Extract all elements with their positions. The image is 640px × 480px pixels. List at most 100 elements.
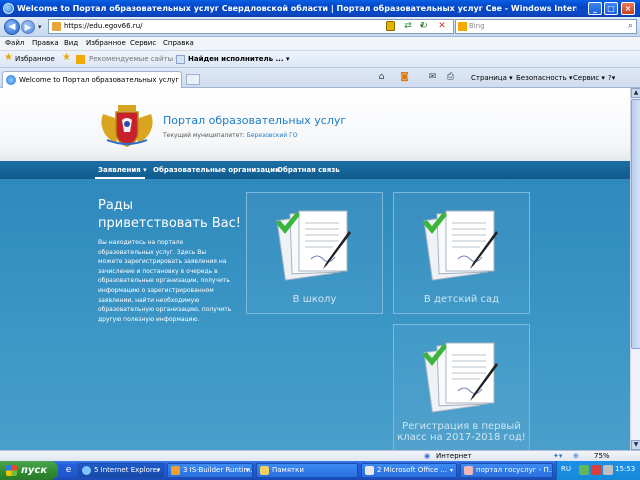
start-button[interactable]: пуск bbox=[0, 461, 58, 480]
is-builder-icon bbox=[171, 466, 180, 475]
url-text: https://edu.egov66.ru/ bbox=[64, 22, 143, 30]
language-indicator[interactable]: RU bbox=[561, 465, 571, 473]
protected-mode-icon[interactable]: ✦▾ bbox=[553, 452, 562, 460]
internet-zone-icon: ◉ bbox=[424, 452, 431, 460]
tab-portal[interactable]: Welcome to Портал образовательных услуг … bbox=[2, 71, 182, 88]
menu-favorites[interactable]: Избранное bbox=[86, 39, 126, 47]
taskbar-button-ie[interactable]: 5 Internet Explorer ▾ bbox=[78, 463, 164, 478]
stop-icon[interactable]: ✕ bbox=[436, 20, 448, 32]
web-page-viewport: Портал образовательных услуг Текущий мун… bbox=[0, 88, 630, 450]
status-bar: ◉ Интернет ✦▾ ⊕ 75% bbox=[0, 450, 640, 461]
back-button[interactable]: ◀ bbox=[4, 19, 20, 35]
tray-volume-icon[interactable] bbox=[603, 465, 613, 475]
menu-tools[interactable]: Сервис bbox=[130, 39, 156, 47]
history-dropdown-icon[interactable]: ▾ bbox=[38, 23, 42, 31]
lock-icon[interactable] bbox=[386, 21, 395, 31]
windows-flag-icon bbox=[6, 465, 17, 476]
document-icon bbox=[423, 342, 498, 413]
print-icon[interactable]: ⎙ bbox=[445, 72, 456, 83]
suggested-sites-button[interactable]: Рекомендуемые сайты ▾ bbox=[89, 55, 179, 63]
favorites-bar: ★ Избранное ★ Рекомендуемые сайты ▾ Найд… bbox=[0, 51, 640, 68]
taskbar-button-label: портал госуслуг - П... bbox=[476, 466, 553, 474]
card-school[interactable]: В школу bbox=[246, 192, 383, 314]
tray-app-icon[interactable] bbox=[579, 465, 589, 475]
zoom-level[interactable]: 75% bbox=[594, 452, 610, 460]
taskbar-button-is-builder[interactable]: 3 IS-Builder Runtim... ▾ bbox=[167, 463, 253, 478]
menu-bar: Файл Правка Вид Избранное Сервис Справка bbox=[0, 37, 640, 51]
sverdlovsk-coat-of-arms-icon bbox=[101, 105, 153, 147]
taskbar-button-folder[interactable]: Памятки bbox=[256, 463, 358, 478]
menu-file[interactable]: Файл bbox=[5, 39, 24, 47]
page-menu[interactable]: Страница ▾ bbox=[471, 74, 513, 82]
scroll-thumb[interactable] bbox=[631, 99, 640, 349]
search-placeholder: Bing bbox=[469, 22, 485, 30]
tools-menu[interactable]: Сервис ▾ bbox=[573, 74, 605, 82]
add-favorite-icon[interactable]: ★ bbox=[62, 52, 71, 63]
close-button[interactable]: × bbox=[621, 2, 635, 15]
ie-taskbar-icon bbox=[82, 466, 91, 475]
bing-icon bbox=[458, 22, 467, 31]
site-nav: Заявления ▾ Образовательные организации … bbox=[0, 161, 630, 179]
menu-edit[interactable]: Правка bbox=[32, 39, 59, 47]
system-tray: RU 15:53 bbox=[556, 461, 640, 480]
refresh-icon[interactable]: ↻ bbox=[418, 20, 430, 32]
mail-icon[interactable]: ✉ bbox=[427, 72, 438, 83]
card-first-grade-label-line-1: Регистрация в первый bbox=[402, 421, 521, 432]
folder-icon bbox=[260, 466, 269, 475]
address-toolbar: ◀ ▶ ▾ https://edu.egov66.ru/ ▾ ⇄ ↻ ✕ Bin… bbox=[0, 17, 640, 37]
taskbar-button-portal[interactable]: портал госуслуг - П... bbox=[460, 463, 553, 478]
new-tab-button[interactable] bbox=[186, 74, 200, 85]
found-performer-button[interactable]: Найден исполнитель ... ▾ bbox=[188, 55, 289, 63]
nav-organizations[interactable]: Образовательные организации bbox=[153, 166, 280, 174]
taskbar-button-office[interactable]: 2 Microsoft Office ... ▾ bbox=[361, 463, 457, 478]
portal-title[interactable]: Портал образовательных услуг bbox=[163, 114, 346, 127]
current-municipality: Текущий муниципалитет: Березовский ГО bbox=[163, 132, 297, 139]
maximize-button[interactable]: □ bbox=[604, 2, 618, 15]
forward-button[interactable]: ▶ bbox=[21, 20, 35, 34]
scroll-down-button[interactable]: ▼ bbox=[631, 440, 640, 450]
menu-help[interactable]: Справка bbox=[163, 39, 194, 47]
municipality-link[interactable]: Березовский ГО bbox=[247, 132, 298, 139]
suggested-sites-icon bbox=[76, 55, 85, 64]
clock: 15:53 bbox=[615, 465, 636, 473]
group-arrow-icon: ▾ bbox=[156, 467, 160, 474]
tab-bar: Welcome to Портал образовательных услуг … bbox=[0, 68, 640, 88]
search-field[interactable]: Bing ⌕ bbox=[455, 19, 637, 34]
menu-view[interactable]: Вид bbox=[64, 39, 78, 47]
document-icon bbox=[276, 210, 351, 281]
card-kindergarten[interactable]: В детский сад bbox=[393, 192, 530, 314]
zoom-icon: ⊕ bbox=[573, 452, 579, 460]
favorites-button[interactable]: Избранное bbox=[15, 55, 55, 63]
window-title-bar[interactable]: Welcome to Портал образовательных услуг … bbox=[0, 0, 640, 17]
quick-launch-ie-icon[interactable]: e bbox=[62, 464, 75, 477]
taskbar-button-label: Памятки bbox=[272, 466, 304, 474]
minimize-button[interactable]: _ bbox=[588, 2, 602, 15]
vertical-scrollbar[interactable]: ▲ ▼ bbox=[630, 88, 640, 450]
document-icon bbox=[423, 210, 498, 281]
tray-security-icon[interactable] bbox=[591, 465, 601, 475]
taskbar-button-label: 5 Internet Explorer bbox=[94, 466, 160, 474]
card-first-grade-label-line-2: класс на 2017-2018 год! bbox=[397, 432, 526, 443]
scroll-up-button[interactable]: ▲ bbox=[631, 88, 640, 98]
ie-tab-icon bbox=[6, 75, 16, 85]
nav-applications[interactable]: Заявления ▾ bbox=[98, 166, 147, 174]
safety-menu[interactable]: Безопасность ▾ bbox=[516, 74, 572, 82]
site-header: Портал образовательных услуг Текущий мун… bbox=[0, 88, 630, 161]
web-slice-icon bbox=[176, 55, 185, 64]
security-zone: Интернет bbox=[436, 452, 472, 460]
document-taskbar-icon bbox=[464, 466, 473, 475]
search-icon[interactable]: ⌕ bbox=[628, 21, 633, 31]
favorites-star-icon: ★ bbox=[4, 52, 13, 63]
help-menu[interactable]: ?▾ bbox=[608, 74, 615, 82]
card-first-grade-label: Регистрация в первый класс на 2017-2018 … bbox=[394, 421, 529, 443]
group-arrow-icon: ▾ bbox=[449, 467, 453, 474]
feeds-icon[interactable]: ◙ bbox=[399, 72, 410, 83]
internet-explorer-icon bbox=[3, 3, 14, 14]
taskbar-button-label: 3 IS-Builder Runtim... bbox=[183, 466, 253, 474]
welcome-heading-line-1: Рады bbox=[98, 198, 134, 213]
nav-feedback[interactable]: Обратная связь bbox=[277, 166, 340, 174]
compatibility-view-icon[interactable]: ⇄ bbox=[402, 20, 414, 32]
welcome-heading-line-2: приветствовать Вас! bbox=[98, 216, 242, 231]
home-icon[interactable]: ⌂ bbox=[376, 72, 387, 83]
card-first-grade-registration[interactable]: Регистрация в первый класс на 2017-2018 … bbox=[393, 324, 530, 450]
